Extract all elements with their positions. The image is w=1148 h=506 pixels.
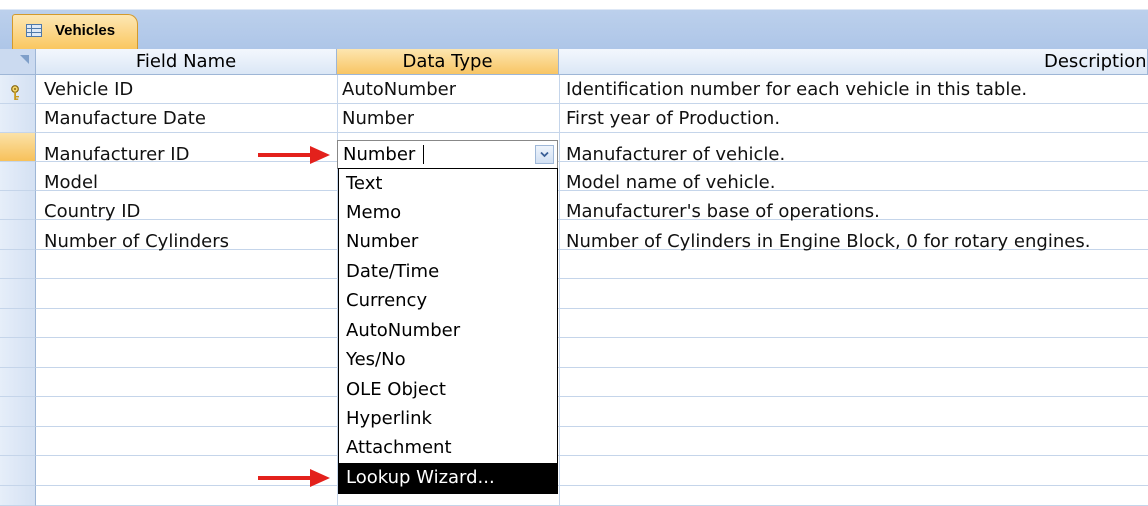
dropdown-option-currency[interactable]: Currency bbox=[339, 286, 557, 315]
tab-label: Vehicles bbox=[55, 22, 116, 39]
object-tab-strip: Vehicles bbox=[0, 0, 1148, 49]
dropdown-option-lookup-wizard[interactable]: Lookup Wizard... bbox=[339, 463, 557, 493]
field-name-cell[interactable]: Manufacturer ID bbox=[44, 140, 189, 169]
description-cell[interactable]: First year of Production. bbox=[566, 104, 780, 133]
row-selector[interactable] bbox=[0, 368, 36, 397]
description-cell[interactable]: Manufacturer of vehicle. bbox=[566, 140, 785, 169]
row-selector[interactable] bbox=[0, 397, 36, 427]
table-icon bbox=[26, 24, 42, 37]
description-header-label: Description bbox=[1044, 51, 1147, 72]
row-selector[interactable] bbox=[0, 133, 36, 162]
description-cell[interactable]: Model name of vehicle. bbox=[566, 168, 775, 197]
row-selector[interactable] bbox=[0, 486, 36, 506]
annotation-arrow bbox=[258, 469, 330, 487]
row-selector[interactable] bbox=[0, 162, 36, 191]
dropdown-option-ole-object[interactable]: OLE Object bbox=[339, 375, 557, 404]
data-type-combobox-value[interactable]: Number bbox=[343, 141, 415, 168]
data-type-dropdown-list: Text Memo Number Date/Time Currency Auto… bbox=[338, 168, 558, 494]
row-divider bbox=[36, 337, 1148, 338]
field-name-cell[interactable]: Manufacture Date bbox=[44, 104, 206, 133]
dropdown-button[interactable] bbox=[535, 145, 554, 164]
dropdown-option-autonumber[interactable]: AutoNumber bbox=[339, 316, 557, 345]
row-divider bbox=[36, 308, 1148, 309]
column-divider bbox=[559, 75, 560, 506]
dropdown-option-date-time[interactable]: Date/Time bbox=[339, 257, 557, 286]
primary-key-icon bbox=[11, 85, 19, 100]
row-selector[interactable] bbox=[0, 220, 36, 250]
row-selector[interactable] bbox=[0, 250, 36, 279]
dropdown-option-attachment[interactable]: Attachment bbox=[339, 433, 557, 462]
annotation-arrow bbox=[258, 146, 330, 164]
row-selector[interactable] bbox=[0, 104, 36, 133]
field-name-cell[interactable]: Country ID bbox=[44, 197, 140, 226]
tab-vehicles[interactable]: Vehicles bbox=[12, 14, 138, 49]
dropdown-option-yes-no[interactable]: Yes/No bbox=[339, 345, 557, 374]
description-cell[interactable]: Manufacturer's base of operations. bbox=[566, 197, 880, 226]
row-selector[interactable] bbox=[0, 338, 36, 368]
description-cell[interactable]: Number of Cylinders in Engine Block, 0 f… bbox=[566, 227, 1090, 256]
column-header-description[interactable]: Description bbox=[559, 49, 1148, 75]
column-header-data-type[interactable]: Data Type bbox=[337, 49, 559, 75]
chevron-down-icon bbox=[540, 151, 549, 158]
row-selector[interactable] bbox=[0, 191, 36, 220]
row-divider bbox=[36, 396, 1148, 397]
description-cell[interactable]: Identification number for each vehicle i… bbox=[566, 75, 1027, 104]
row-divider bbox=[36, 455, 1148, 456]
row-divider bbox=[36, 426, 1148, 427]
dropdown-option-text[interactable]: Text bbox=[339, 169, 557, 198]
row-divider bbox=[36, 367, 1148, 368]
row-divider bbox=[36, 278, 1148, 279]
data-type-cell[interactable]: Number bbox=[342, 104, 414, 133]
text-caret bbox=[423, 145, 424, 164]
data-type-combobox[interactable]: Number bbox=[337, 140, 558, 169]
dropdown-option-hyperlink[interactable]: Hyperlink bbox=[339, 404, 557, 433]
row-selector[interactable] bbox=[0, 279, 36, 309]
table-design-grid: Field Name Data Type Description Vehicle… bbox=[0, 49, 1148, 506]
column-header-field-name[interactable]: Field Name bbox=[36, 49, 337, 75]
data-type-cell[interactable]: AutoNumber bbox=[342, 75, 456, 104]
row-selector[interactable] bbox=[0, 456, 36, 486]
field-name-cell[interactable]: Vehicle ID bbox=[44, 75, 133, 104]
field-name-cell[interactable]: Model bbox=[44, 168, 98, 197]
row-divider bbox=[36, 485, 1148, 486]
dropdown-option-memo[interactable]: Memo bbox=[339, 198, 557, 227]
row-selector[interactable] bbox=[0, 309, 36, 338]
field-name-cell[interactable]: Number of Cylinders bbox=[44, 227, 229, 256]
dropdown-option-number[interactable]: Number bbox=[339, 227, 557, 256]
row-selector[interactable] bbox=[0, 427, 36, 456]
select-all-corner[interactable] bbox=[0, 49, 36, 75]
